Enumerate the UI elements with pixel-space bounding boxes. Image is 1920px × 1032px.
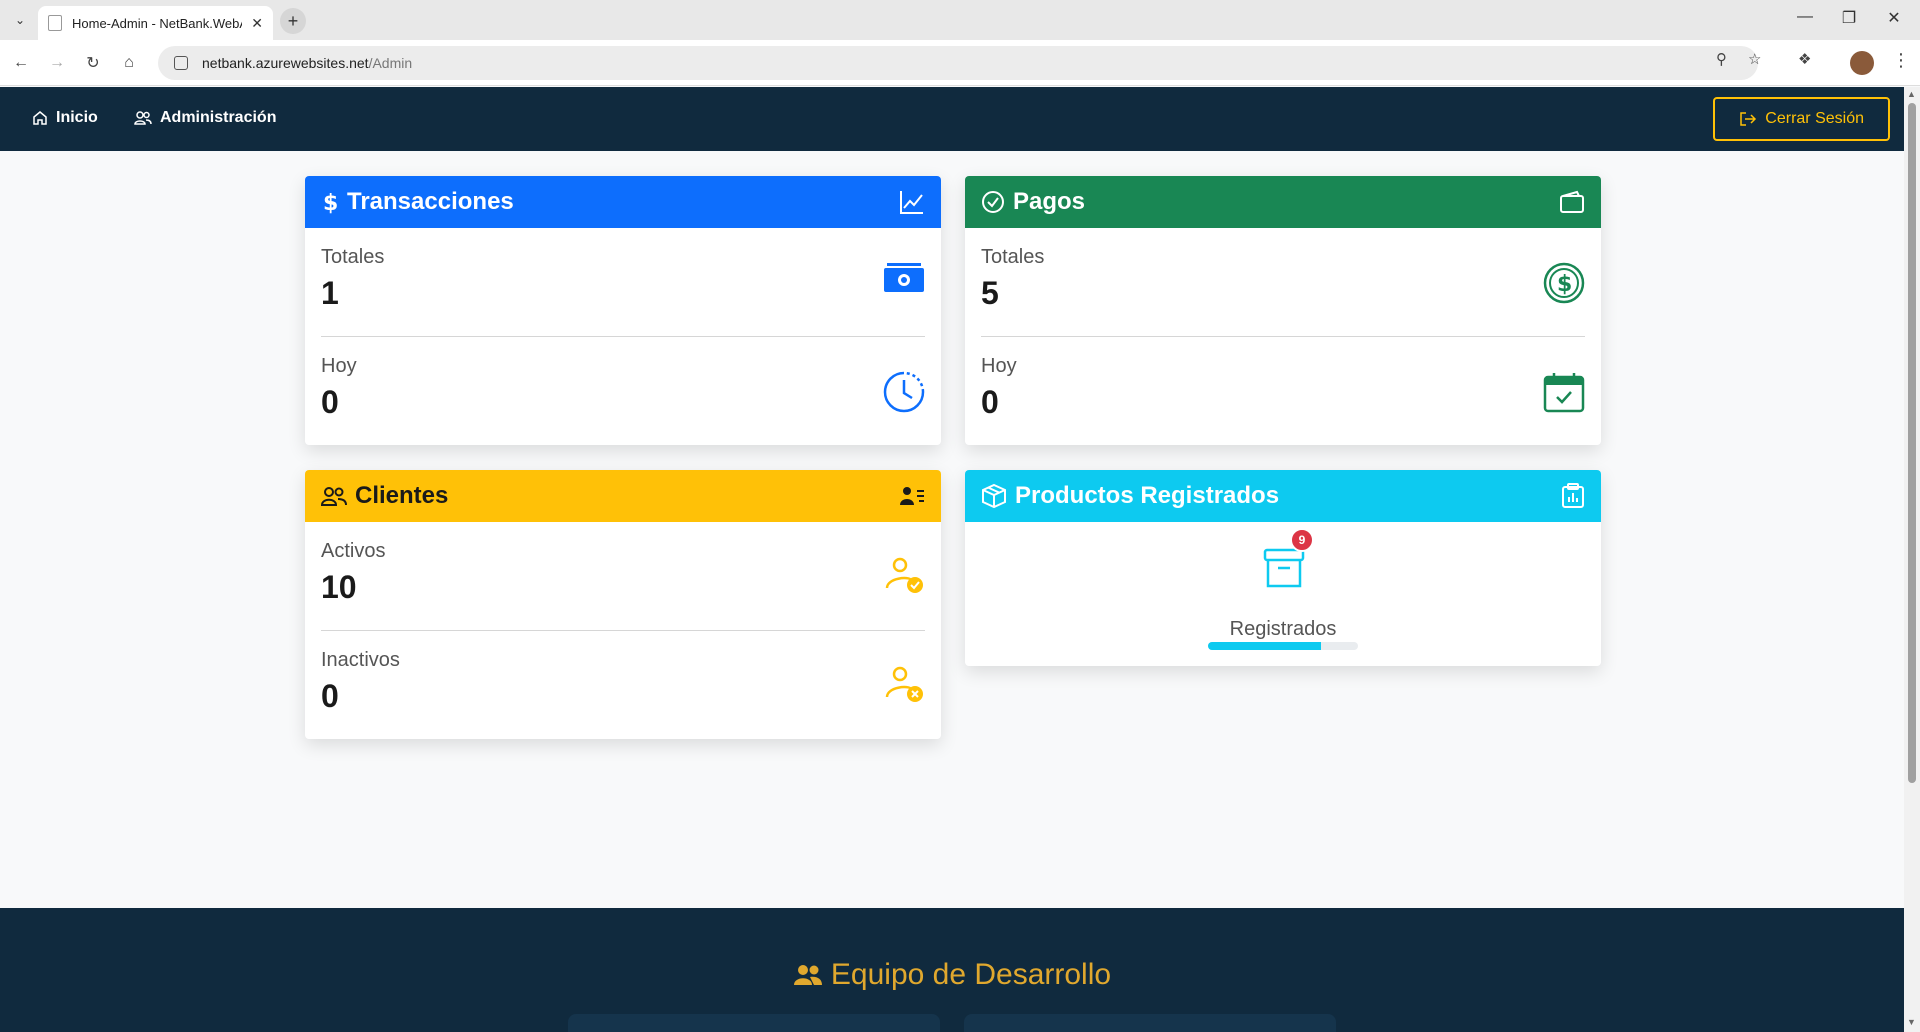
logout-button[interactable]: Cerrar Sesión	[1713, 97, 1890, 141]
clients-inactive-value: 0	[321, 678, 339, 714]
page-scrollbar[interactable]: ▲ ▼	[1904, 87, 1920, 1032]
coin-icon: $	[1543, 262, 1585, 309]
products-body: 9 Registrados	[965, 522, 1601, 666]
url-domain: netbank.azurewebsites.net	[202, 55, 369, 71]
browser-tabbar: ⌄ Home-Admin - NetBank.WebApp ✕ + — ❐ ✕	[0, 0, 1920, 40]
check-circle-icon	[981, 190, 1005, 214]
line-chart-icon	[899, 189, 925, 215]
nav-admin-label: Administración	[160, 109, 277, 126]
site-info-icon[interactable]	[174, 56, 188, 70]
scroll-up-icon[interactable]: ▲	[1907, 89, 1916, 99]
close-tab-icon[interactable]: ✕	[251, 15, 263, 32]
payments-today-label: Hoy	[981, 355, 1017, 377]
payments-card-header: Pagos	[965, 176, 1601, 228]
clipboard-data-icon	[1561, 483, 1585, 509]
payments-title: Pagos	[1013, 188, 1086, 215]
transactions-today-stat: Hoy 0	[305, 337, 941, 445]
products-count-badge: 9	[1290, 528, 1314, 552]
payments-today-stat: Hoy 0	[965, 337, 1601, 445]
profile-avatar[interactable]	[1850, 51, 1874, 75]
payments-total-label: Totales	[981, 246, 1045, 268]
browser-toolbar: ← → ↻ ⌂ netbank.azurewebsites.net/Admin …	[0, 40, 1920, 86]
person-x-icon	[885, 665, 925, 710]
back-icon[interactable]: ←	[10, 52, 32, 74]
clients-inactive-stat: Inactivos 0	[305, 631, 941, 739]
payments-today-value: 0	[981, 384, 999, 420]
transactions-card: $ Transacciones Totales 1 Hoy 0	[305, 176, 941, 445]
payments-total-value: 5	[981, 275, 999, 311]
transactions-card-header: $ Transacciones	[305, 176, 941, 228]
minimize-icon[interactable]: —	[1790, 8, 1820, 26]
scroll-thumb[interactable]	[1908, 103, 1916, 783]
new-tab-button[interactable]: +	[280, 8, 306, 34]
products-progress-fill	[1208, 642, 1321, 650]
transactions-total-label: Totales	[321, 246, 385, 268]
person-lines-icon	[899, 485, 925, 507]
archive-icon	[1263, 548, 1305, 593]
box-icon	[981, 483, 1007, 509]
products-card-header: Productos Registrados	[965, 470, 1601, 522]
products-label: Registrados	[1229, 618, 1337, 640]
clients-title: Clientes	[355, 482, 449, 509]
people-icon	[321, 485, 347, 507]
reload-icon[interactable]: ↻	[82, 52, 104, 74]
logout-icon	[1740, 112, 1757, 126]
svg-text:$: $	[1557, 272, 1572, 297]
team-icon	[793, 965, 822, 985]
products-card: Productos Registrados 9 Registrados	[965, 470, 1601, 666]
payments-total-stat: Totales 5 $	[965, 228, 1601, 336]
clients-inactive-label: Inactivos	[321, 649, 400, 671]
transactions-today-label: Hoy	[321, 355, 357, 377]
clients-active-label: Activos	[321, 540, 386, 562]
transactions-total-stat: Totales 1	[305, 228, 941, 336]
url-path: /Admin	[368, 55, 413, 71]
team-member-card	[964, 1014, 1336, 1032]
products-title: Productos Registrados	[1015, 482, 1280, 509]
nav-home-label: Inicio	[56, 109, 98, 126]
home-browser-icon[interactable]: ⌂	[118, 52, 140, 74]
wallet-icon	[1559, 190, 1585, 214]
calendar-check-icon	[1543, 371, 1585, 418]
scroll-down-icon[interactable]: ▼	[1907, 1017, 1916, 1027]
browser-tab[interactable]: Home-Admin - NetBank.WebApp ✕	[38, 6, 273, 40]
nav-home-link[interactable]: Inicio	[32, 109, 98, 127]
page-favicon-icon	[48, 15, 62, 31]
team-member-card	[568, 1014, 940, 1032]
person-check-icon	[885, 556, 925, 601]
clients-card-header: Clientes	[305, 470, 941, 522]
browser-menu-icon[interactable]: ⋮	[1892, 50, 1910, 71]
address-bar[interactable]: netbank.azurewebsites.net/Admin	[158, 46, 1758, 80]
svg-text:$: $	[323, 191, 338, 214]
clients-active-value: 10	[321, 569, 357, 605]
transactions-title: Transacciones	[347, 188, 514, 215]
payments-card: Pagos Totales 5 $ Hoy 0	[965, 176, 1601, 445]
footer-title-text: Equipo de Desarrollo	[830, 958, 1112, 991]
nav-admin-link[interactable]: Administración	[134, 109, 276, 127]
house-icon	[33, 111, 47, 125]
tab-title: Home-Admin - NetBank.WebApp	[72, 15, 242, 31]
footer: Equipo de Desarrollo	[0, 908, 1904, 1032]
products-progress-bar	[1208, 642, 1358, 650]
extensions-icon[interactable]: ❖	[1798, 50, 1811, 68]
tab-list-chevron-icon[interactable]: ⌄	[8, 8, 32, 32]
dollar-icon: $	[321, 190, 339, 214]
people-icon	[134, 111, 152, 125]
forward-icon[interactable]: →	[46, 52, 68, 74]
clock-icon	[883, 371, 925, 418]
clients-card: Clientes Activos 10 Inactivos 0	[305, 470, 941, 739]
password-key-icon[interactable]: ⚲	[1716, 50, 1727, 68]
bookmark-star-icon[interactable]: ☆	[1748, 50, 1761, 68]
cash-icon	[883, 262, 925, 299]
window-close-icon[interactable]: ✕	[1879, 8, 1909, 28]
clients-active-stat: Activos 10	[305, 522, 941, 630]
transactions-today-value: 0	[321, 384, 339, 420]
restore-icon[interactable]: ❐	[1834, 8, 1864, 28]
footer-title: Equipo de Desarrollo	[0, 958, 1904, 992]
logout-label: Cerrar Sesión	[1765, 110, 1864, 127]
transactions-total-value: 1	[321, 275, 339, 311]
app-navbar: Inicio Administración Cerrar Sesión	[0, 87, 1904, 151]
